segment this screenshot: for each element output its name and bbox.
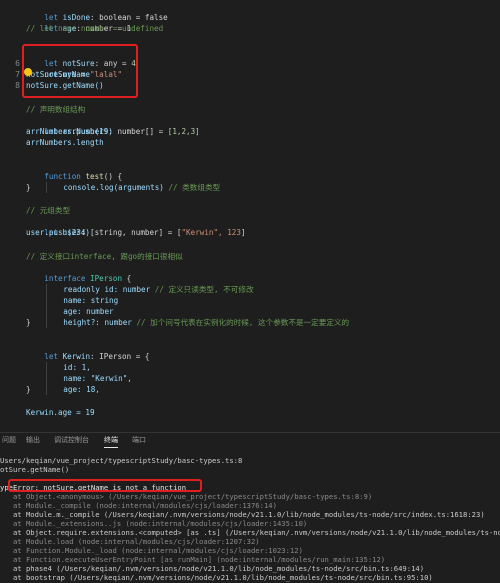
code-line-37: Kerwin.age = 19 [26, 408, 95, 417]
terminal-line: at Object.require.extensions.<computed> … [0, 528, 500, 537]
tab-debug-console[interactable]: 调试控制台 [54, 435, 89, 445]
line-gutter: 6 7 8 [0, 0, 22, 430]
code-line-28: height?: number // 加个问号代表在实例化的时候, 这个参数不是… [26, 306, 349, 339]
panel-tab-bar: 问题 输出 调试控制台 终端 端口 [0, 432, 500, 451]
line-number-6: 6 [15, 59, 20, 68]
line-number-7: 7 [15, 70, 20, 79]
code-line-17: } [26, 183, 31, 192]
code-line-10: // 声明数组结构 [26, 105, 86, 114]
code-line-16: console.log(arguments) // 类数组类型 [26, 171, 220, 204]
code-line-21: user.push(234) [26, 228, 91, 237]
terminal-line: at Module.m._compile (/Users/keqian/.nvm… [0, 510, 485, 519]
terminal-line: Users/keqian/vue_project/typescriptStudy… [0, 456, 243, 465]
tab-output[interactable]: 输出 [26, 435, 40, 445]
terminal-line: at bootstrap (/Users/keqian/.nvm/version… [0, 573, 433, 582]
highlight-box-error [8, 479, 202, 492]
terminal-line: otSure.getName() [0, 465, 70, 474]
terminal-line: at Object.<anonymous> (/Users/keqian/vue… [0, 492, 373, 501]
terminal-line: at Module.load (node:internal/modules/cj… [0, 537, 260, 546]
code-editor[interactable]: 6 7 8 let isDone: boolean = false let ag… [0, 0, 500, 430]
code-line-13: arrNumbers.length [26, 138, 104, 147]
code-line-12: arrNumbers.push(19) [26, 127, 113, 136]
tab-ports[interactable]: 端口 [132, 435, 146, 445]
code-line-35: } [26, 385, 31, 394]
terminal-line: at Module._extensions..js (node:internal… [0, 519, 308, 528]
highlight-box-code [22, 44, 138, 98]
lightbulb-icon[interactable] [24, 68, 32, 76]
code-line-3: // let num: number = undefined [26, 24, 164, 33]
code-line-23: // 定义接口interface, 跟go的接口很相似 [26, 252, 183, 261]
terminal-line: at Function.Module._load (node:internal/… [0, 546, 303, 555]
tab-terminal[interactable]: 终端 [104, 435, 118, 448]
code-line-29: } [26, 318, 31, 327]
terminal-line: at Function.executeUserEntryPoint [as ru… [0, 555, 386, 564]
terminal-output[interactable]: Users/keqian/vue_project/typescriptStudy… [0, 452, 500, 583]
code-line-34: age: 18, [26, 373, 100, 406]
line-number-8: 8 [15, 81, 20, 90]
code-line-19: // 元组类型 [26, 206, 71, 215]
tab-problems[interactable]: 问题 [2, 435, 16, 445]
terminal-line: at phase4 (/Users/keqian/.nvm/versions/n… [0, 564, 425, 573]
terminal-line: at Module._compile (node:internal/module… [0, 501, 277, 510]
